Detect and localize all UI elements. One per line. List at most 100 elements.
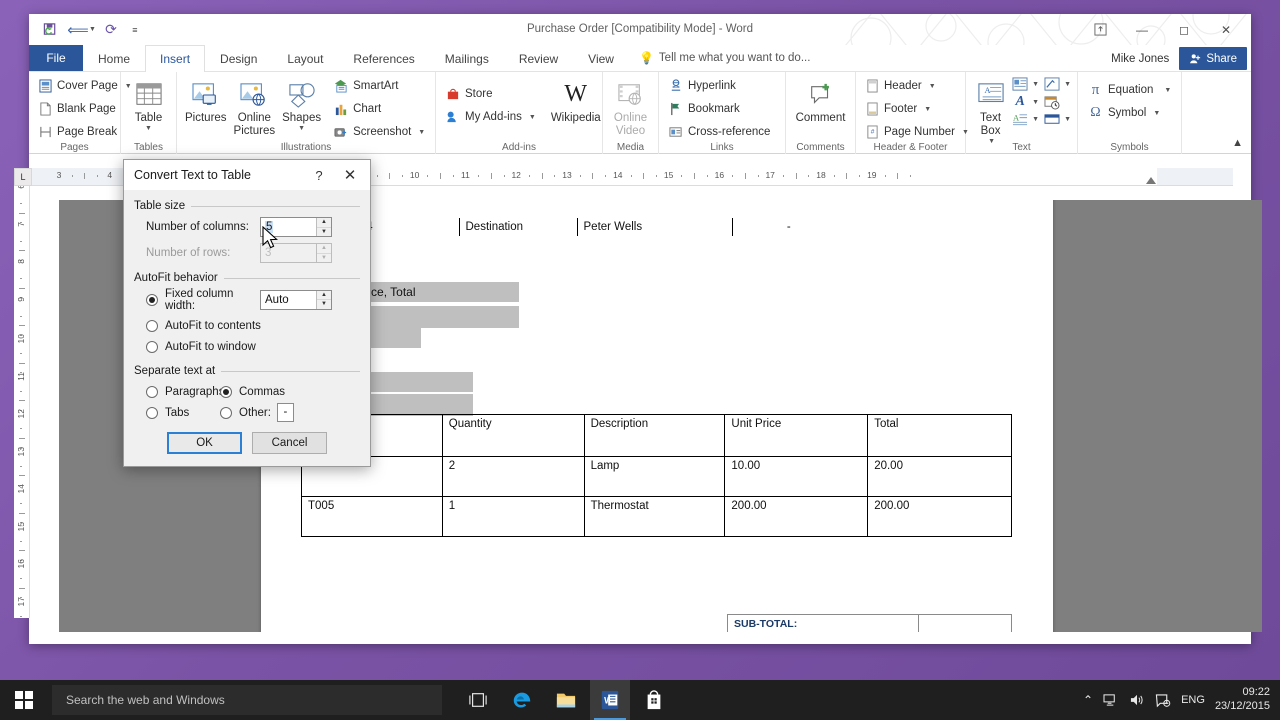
chevron-down-icon[interactable]: ▼	[1164, 87, 1171, 94]
table-button[interactable]: Table ▼	[127, 75, 170, 132]
share-button[interactable]: Share	[1179, 47, 1247, 70]
radio-other[interactable]: Other: -	[220, 402, 294, 423]
store-button[interactable]: Store	[442, 83, 540, 105]
radio-paragraphs[interactable]: Paragraphs	[134, 381, 220, 402]
taskbar-search-input[interactable]: Search the web and Windows	[52, 685, 442, 715]
online-pictures-button[interactable]: Online Pictures	[232, 75, 278, 138]
ribbon-display-options-icon[interactable]	[1079, 14, 1121, 45]
screenshot-button[interactable]: Screenshot ▼	[330, 121, 429, 143]
quick-parts-icon[interactable]	[1012, 77, 1028, 92]
edge-icon[interactable]	[502, 680, 542, 720]
date-time-icon[interactable]	[1044, 95, 1060, 110]
wordart-icon[interactable]: A	[1012, 94, 1028, 110]
word-icon[interactable]: W	[590, 680, 630, 720]
chevron-down-icon[interactable]: ▼	[1064, 116, 1071, 123]
right-indent-marker[interactable]	[1146, 177, 1156, 184]
columns-stepper[interactable]: ▲ ▼	[316, 218, 331, 236]
symbol-button[interactable]: Ω Symbol ▼	[1084, 102, 1175, 124]
maximize-button[interactable]: ◻	[1163, 14, 1205, 45]
chevron-down-icon[interactable]: ▼	[1032, 116, 1039, 123]
chevron-down-icon[interactable]: ▼	[924, 106, 931, 113]
tab-layout[interactable]: Layout	[272, 45, 338, 71]
stepper-down-icon[interactable]: ▼	[317, 228, 331, 237]
tab-insert[interactable]: Insert	[145, 45, 205, 73]
close-button[interactable]: ✕	[1205, 14, 1247, 45]
chevron-down-icon[interactable]: ▼	[298, 126, 305, 132]
tab-home[interactable]: Home	[83, 45, 145, 71]
tab-view[interactable]: View	[573, 45, 629, 71]
undo-icon[interactable]: ⟸	[65, 18, 91, 42]
tab-review[interactable]: Review	[504, 45, 573, 71]
collapse-ribbon-button[interactable]: ▲	[1232, 137, 1243, 149]
chevron-down-icon[interactable]: ▼	[418, 129, 425, 136]
clock[interactable]: 09:22 23/12/2015	[1215, 686, 1270, 714]
cancel-button[interactable]: Cancel	[252, 432, 327, 454]
header-button[interactable]: Header ▼	[862, 75, 973, 97]
pictures-button[interactable]: Pictures	[183, 75, 229, 125]
equation-button[interactable]: π Equation ▼	[1084, 79, 1175, 101]
other-separator-input[interactable]: -	[277, 403, 294, 422]
chevron-down-icon[interactable]: ▼	[529, 114, 536, 121]
document-page[interactable]: 4/28/2014 Destination Peter Wells - Desc…	[261, 200, 1053, 632]
wikipedia-button[interactable]: W Wikipedia	[549, 75, 603, 125]
close-icon[interactable]: ✕	[336, 160, 364, 190]
fixed-width-stepper[interactable]: ▲ ▼	[316, 291, 331, 309]
hyperlink-button[interactable]: Hyperlink	[665, 75, 774, 97]
undo-dropdown-icon[interactable]: ▼	[89, 26, 96, 33]
chevron-down-icon[interactable]: ▼	[1032, 99, 1039, 106]
customize-qat-icon[interactable]: ≡	[126, 18, 144, 42]
stepper-down-icon[interactable]: ▼	[317, 300, 331, 309]
online-video-button[interactable]: Online Video	[609, 75, 652, 138]
object-icon[interactable]	[1044, 112, 1060, 127]
text-box-button[interactable]: A Text Box ▼	[972, 75, 1009, 146]
file-explorer-icon[interactable]	[546, 680, 586, 720]
help-icon[interactable]: ?	[308, 160, 330, 190]
network-icon[interactable]	[1103, 693, 1119, 707]
tell-me-search[interactable]: 💡 Tell me what you want to do...	[629, 45, 820, 71]
footer-button[interactable]: Footer ▼	[862, 98, 973, 120]
vertical-ruler[interactable]: 67891011121314151617	[14, 168, 30, 618]
chart-button[interactable]: Chart	[330, 98, 429, 120]
tab-design[interactable]: Design	[205, 45, 272, 71]
chevron-down-icon[interactable]: ▼	[1064, 81, 1071, 88]
volume-icon[interactable]	[1129, 693, 1145, 707]
page-number-button[interactable]: # Page Number ▼	[862, 121, 973, 143]
radio-commas[interactable]: Commas	[220, 381, 285, 402]
minimize-button[interactable]: —	[1121, 14, 1163, 45]
my-addins-button[interactable]: My Add-ins ▼	[442, 106, 540, 128]
stepper-up-icon[interactable]: ▲	[317, 218, 331, 228]
comment-button[interactable]: Comment	[792, 75, 849, 125]
user-name[interactable]: Mike Jones	[1101, 53, 1179, 65]
radio-autofit-to-contents[interactable]: AutoFit to contents	[134, 315, 360, 336]
smartart-button[interactable]: SmartArt	[330, 75, 429, 97]
task-view-icon[interactable]	[458, 680, 498, 720]
tab-stop-selector[interactable]: L	[14, 168, 32, 186]
chevron-down-icon[interactable]: ▼	[1153, 110, 1160, 117]
chevron-down-icon[interactable]: ▼	[1032, 81, 1039, 88]
redo-icon[interactable]: ⟳	[98, 18, 124, 42]
save-icon[interactable]	[37, 18, 63, 42]
drop-cap-icon[interactable]: A	[1012, 112, 1028, 127]
radio-fixed-column-width[interactable]: Fixed column width:	[134, 289, 260, 310]
ok-button[interactable]: OK	[167, 432, 242, 454]
language-indicator[interactable]: ENG	[1181, 694, 1205, 706]
tab-mailings[interactable]: Mailings	[430, 45, 504, 71]
signature-line-icon[interactable]	[1044, 77, 1060, 92]
tab-references[interactable]: References	[338, 45, 429, 71]
doc-totals-table[interactable]: SUB-TOTAL: TAX	[727, 614, 1012, 632]
show-hidden-icons[interactable]: ⌃	[1083, 693, 1093, 707]
action-center-icon[interactable]	[1155, 693, 1171, 708]
radio-tabs[interactable]: Tabs	[134, 402, 220, 423]
doc-items-table[interactable]: Quantity Description Unit Price Total 2 …	[301, 414, 1012, 537]
fixed-width-value-input[interactable]: Auto ▲ ▼	[260, 290, 332, 310]
chevron-down-icon[interactable]: ▼	[145, 126, 152, 132]
chevron-down-icon[interactable]: ▼	[929, 83, 936, 90]
start-button[interactable]	[0, 680, 48, 720]
bookmark-button[interactable]: Bookmark	[665, 98, 774, 120]
cross-reference-button[interactable]: Cross-reference	[665, 121, 774, 143]
stepper-up-icon[interactable]: ▲	[317, 291, 331, 301]
tab-file[interactable]: File	[29, 45, 83, 71]
radio-autofit-to-window[interactable]: AutoFit to window	[134, 336, 360, 357]
shapes-button[interactable]: Shapes ▼	[280, 75, 323, 132]
store-icon[interactable]	[634, 680, 674, 720]
